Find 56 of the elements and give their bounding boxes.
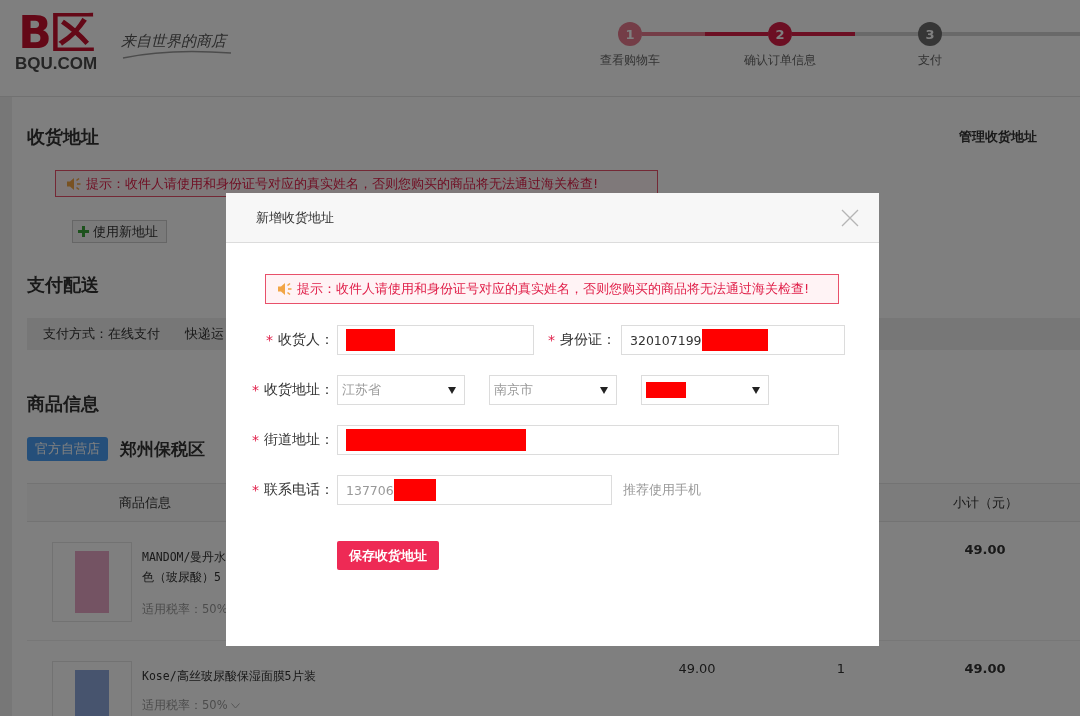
manage-address-link[interactable]: 管理收货地址 bbox=[959, 128, 1037, 146]
input-field[interactable] bbox=[337, 325, 534, 355]
notice-text: 提示：收件人请使用和身份证号对应的真实姓名，否则您购买的商品将无法通过海关检查! bbox=[297, 280, 810, 298]
dropdown-select[interactable] bbox=[641, 375, 769, 405]
required-mark: * bbox=[252, 432, 259, 448]
dropdown-select[interactable]: 南京市 bbox=[489, 375, 617, 405]
speaker-icon bbox=[66, 176, 82, 191]
product-name[interactable]: Kose/高丝玻尿酸保湿面膜5片装 bbox=[142, 666, 316, 686]
speaker-icon bbox=[277, 282, 293, 296]
warehouse-name: 郑州保税区 bbox=[120, 437, 205, 461]
input-field[interactable] bbox=[337, 425, 839, 455]
field-label: 收货人： bbox=[278, 331, 334, 349]
step-label: 支付 bbox=[918, 52, 942, 69]
caret-icon bbox=[448, 386, 456, 394]
plus-icon bbox=[78, 226, 89, 237]
section-title: 收货地址 bbox=[27, 125, 99, 149]
column-header: 商品信息 bbox=[118, 493, 172, 512]
input-field[interactable]: 320107199 bbox=[621, 325, 845, 355]
caret-icon bbox=[752, 386, 760, 394]
store-tag: 官方自营店 bbox=[27, 437, 108, 461]
step-number: 1 bbox=[618, 22, 642, 46]
step-number: 2 bbox=[768, 22, 792, 46]
new-address-button[interactable]: 使用新地址 bbox=[72, 220, 167, 243]
field-label: 收货地址： bbox=[264, 381, 334, 399]
caret-icon bbox=[600, 386, 608, 394]
logo-tagline: 来自世界的商店 bbox=[121, 32, 229, 50]
input-field[interactable]: 137706 bbox=[337, 475, 612, 505]
field-label: 街道地址： bbox=[264, 431, 334, 449]
logo-mark[interactable]: B区 bbox=[18, 12, 94, 54]
photo-placeholder bbox=[75, 670, 109, 716]
quantity: 1 bbox=[835, 660, 847, 678]
section-title: 商品信息 bbox=[27, 392, 99, 416]
swoosh-icon bbox=[121, 50, 233, 59]
step-label: 查看购物车 bbox=[600, 52, 660, 69]
step-label: 确认订单信息 bbox=[744, 52, 816, 69]
subtotal: 49.00 bbox=[963, 660, 1007, 678]
field-hint: 推荐使用手机 bbox=[623, 481, 701, 499]
column-header: 小计（元） bbox=[951, 493, 1019, 512]
dropdown-select[interactable]: 江苏省 bbox=[337, 375, 465, 405]
subtotal: 49.00 bbox=[963, 541, 1007, 559]
save-address-button[interactable]: 保存收货地址 bbox=[337, 541, 439, 570]
dialog-title: 新增收货地址 bbox=[256, 208, 334, 227]
field-label: 身份证： bbox=[560, 331, 616, 349]
field-label: 联系电话： bbox=[264, 481, 334, 499]
unit-price: 49.00 bbox=[677, 660, 717, 678]
logo-wordmark[interactable]: BQU.COM bbox=[14, 55, 98, 73]
required-mark: * bbox=[266, 332, 273, 348]
photo-placeholder bbox=[75, 551, 109, 613]
required-mark: * bbox=[252, 382, 259, 398]
required-mark: * bbox=[252, 482, 259, 498]
section-title: 支付配送 bbox=[27, 273, 99, 297]
delivery-option: 支付方式：在线支付 bbox=[43, 325, 160, 343]
delivery-option: 快递运 bbox=[185, 325, 224, 343]
required-mark: * bbox=[548, 332, 555, 348]
notice-text: 提示：收件人请使用和身份证号对应的真实姓名，否则您购买的商品将无法通过海关检查! bbox=[86, 174, 599, 193]
step-number: 3 bbox=[918, 22, 942, 46]
